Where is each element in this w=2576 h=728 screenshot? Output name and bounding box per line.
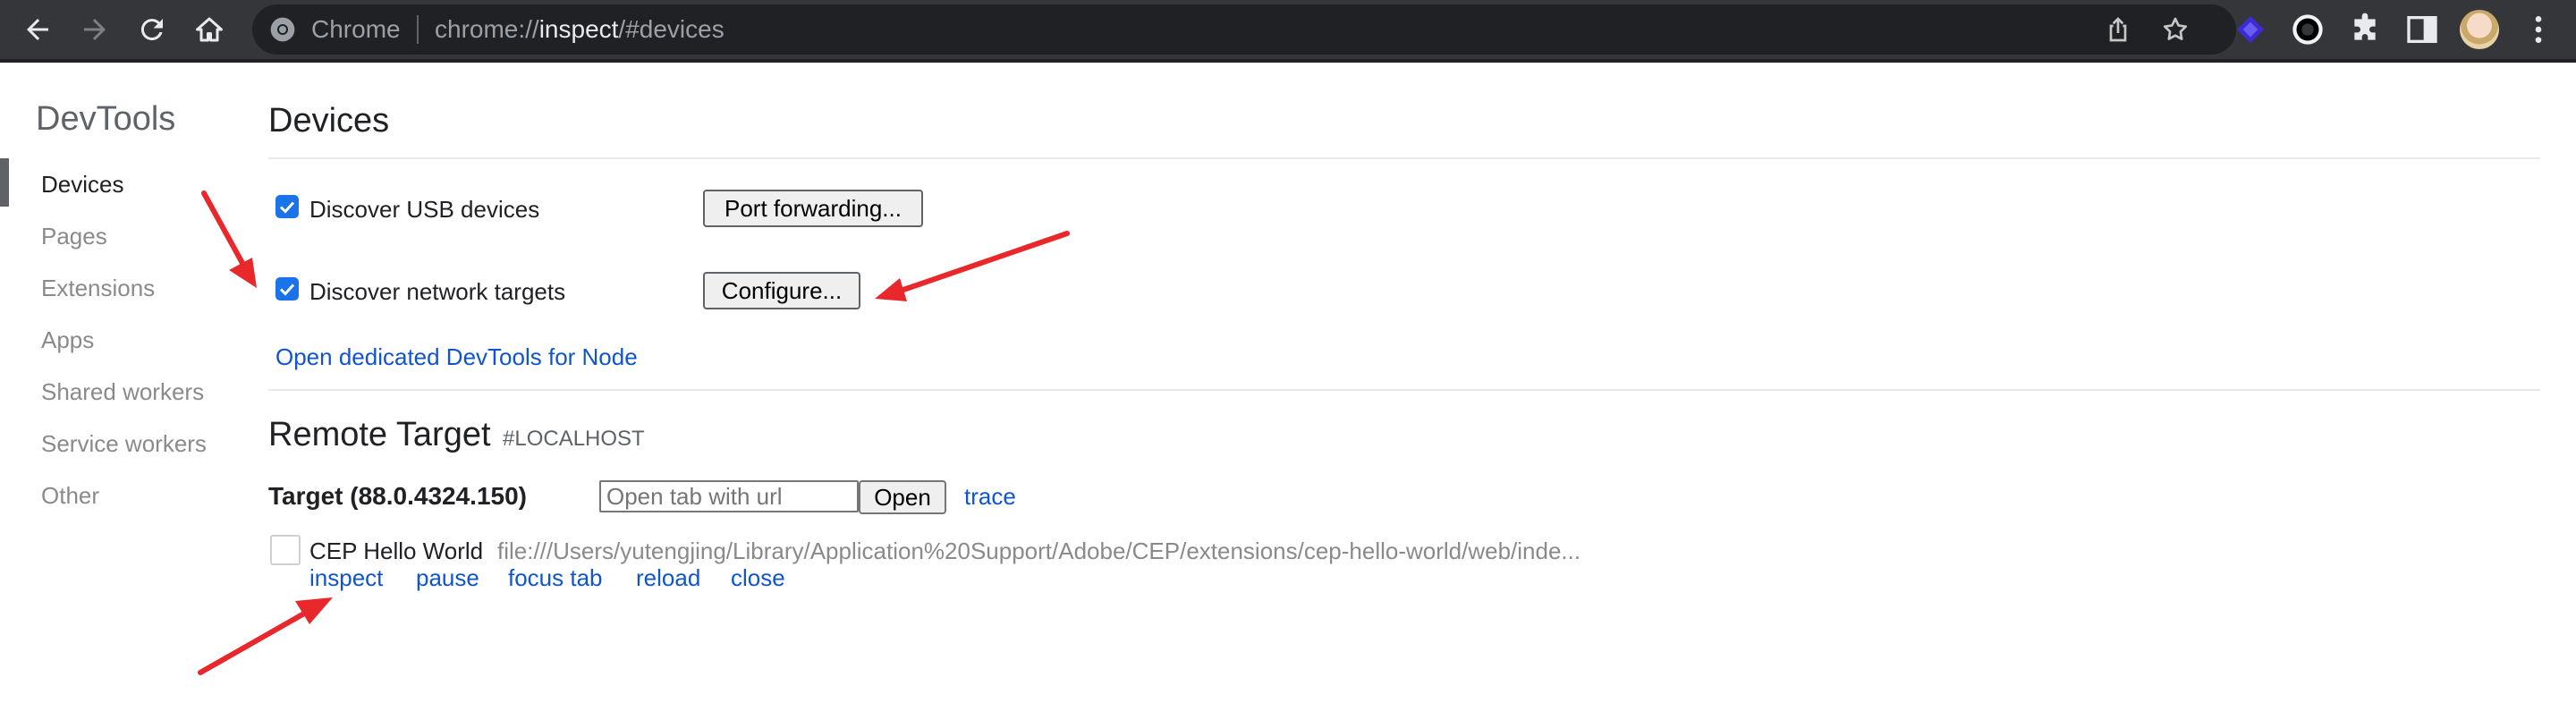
url-host: inspect (538, 15, 619, 43)
sidebar-item-shared-workers[interactable]: Shared workers (41, 378, 204, 405)
remote-target-subheading: #LOCALHOST (503, 427, 645, 451)
reload-link[interactable]: reload (636, 564, 700, 591)
arrow-to-configure-button (875, 231, 1070, 301)
extension-ring-icon[interactable] (2290, 12, 2326, 47)
sidebar-item-other[interactable]: Other (41, 482, 99, 509)
inspect-link[interactable]: inspect (309, 564, 383, 591)
extension-purple-icon[interactable] (2233, 12, 2268, 47)
page-name: CEP Hello World (309, 538, 484, 564)
site-chip-label: Chrome (311, 15, 401, 43)
sidebar-item-devices[interactable]: Devices (41, 171, 123, 198)
page-thumbnail (270, 535, 301, 565)
share-icon[interactable] (2104, 15, 2132, 44)
address-bar[interactable]: Chrome chrome://inspect/#devices (252, 4, 2236, 55)
network-discovery-label[interactable]: Discover network targets (309, 278, 565, 305)
chrome-icon (268, 15, 297, 44)
sidebar-title: DevTools (36, 100, 176, 138)
page-url: file:///Users/yutengjing/Library/Applica… (497, 538, 1581, 564)
usb-discovery-label[interactable]: Discover USB devices (309, 196, 539, 223)
url-scheme: chrome:// (435, 15, 539, 43)
page-title: Devices (268, 102, 390, 140)
home-icon[interactable] (193, 13, 225, 46)
divider (268, 389, 2540, 391)
pause-link[interactable]: pause (416, 564, 479, 591)
close-link[interactable]: close (731, 564, 785, 591)
url-text[interactable]: chrome://inspect/#devices (435, 17, 724, 42)
open-tab-url-input[interactable] (599, 480, 859, 512)
sidebar-selection-marker (0, 158, 9, 207)
sidebar-item-apps[interactable]: Apps (41, 326, 94, 353)
remote-target-heading: Remote Target (268, 416, 491, 453)
usb-discovery-checkbox[interactable] (275, 195, 299, 218)
network-discovery-checkbox[interactable] (275, 277, 299, 301)
divider (268, 157, 2540, 159)
side-panel-icon[interactable] (2404, 12, 2440, 47)
arrow-to-inspect-link (198, 597, 333, 675)
trace-link[interactable]: trace (964, 483, 1016, 510)
forward-icon[interactable] (79, 13, 111, 46)
sidebar-item-service-workers[interactable]: Service workers (41, 430, 207, 457)
sidebar-item-extensions[interactable]: Extensions (41, 275, 155, 301)
reload-icon[interactable] (136, 13, 168, 46)
back-icon[interactable] (21, 13, 54, 46)
browser-toolbar: Chrome chrome://inspect/#devices (0, 0, 2576, 63)
profile-avatar[interactable] (2460, 10, 2499, 49)
configure-button[interactable]: Configure... (703, 272, 860, 309)
bookmark-star-icon[interactable] (2161, 15, 2190, 44)
url-path: /#devices (618, 15, 724, 43)
puzzle-icon[interactable] (2347, 12, 2383, 47)
sidebar-item-pages[interactable]: Pages (41, 223, 107, 250)
open-button[interactable]: Open (859, 480, 946, 514)
arrow-to-network-checkbox (201, 190, 257, 288)
target-title: Target (88.0.4324.150) (268, 482, 527, 510)
open-node-devtools-link[interactable]: Open dedicated DevTools for Node (275, 343, 638, 370)
more-icon[interactable] (2521, 12, 2556, 47)
focus-tab-link[interactable]: focus tab (508, 564, 603, 591)
port-forwarding-button[interactable]: Port forwarding... (703, 190, 923, 227)
omnibox-divider (417, 15, 419, 44)
